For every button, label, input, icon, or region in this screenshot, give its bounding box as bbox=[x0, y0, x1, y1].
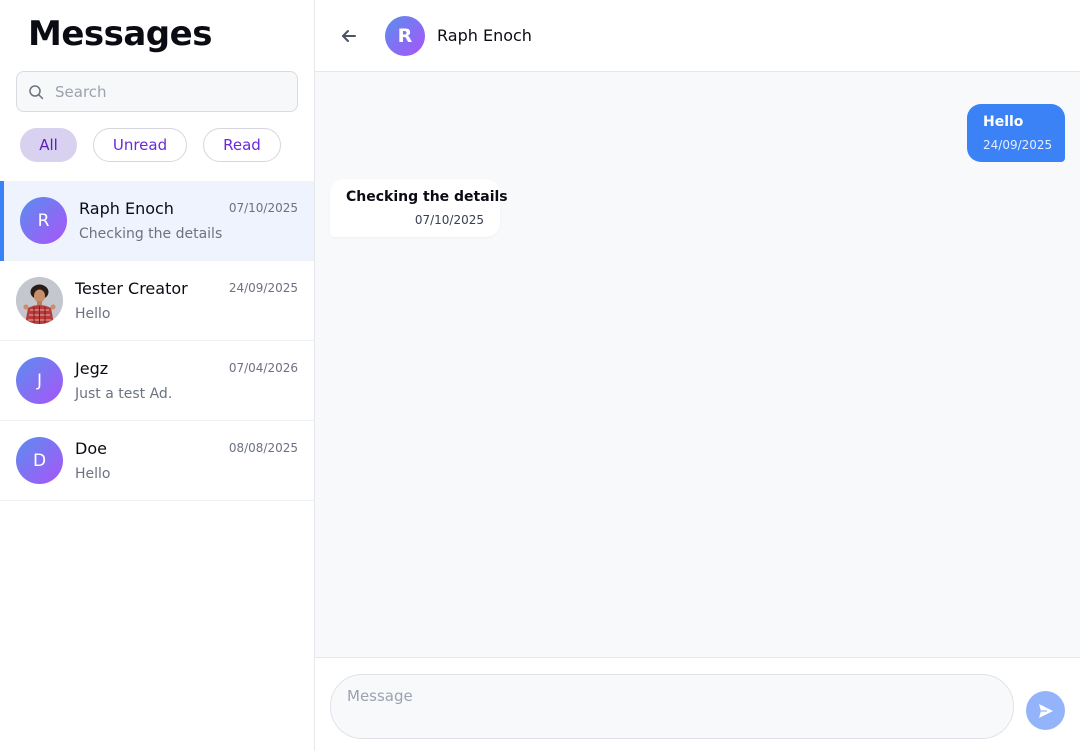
filter-read-button[interactable]: Read bbox=[203, 128, 281, 162]
conversation-name: Tester Creator bbox=[75, 279, 188, 298]
filter-all-button[interactable]: All bbox=[20, 128, 77, 162]
filter-chips: All Unread Read bbox=[20, 128, 281, 162]
back-button[interactable] bbox=[337, 24, 361, 48]
conversation-date: 24/09/2025 bbox=[228, 281, 298, 295]
search-icon bbox=[29, 85, 44, 100]
avatar-photo bbox=[16, 277, 63, 324]
message-text: Hello bbox=[983, 114, 1024, 130]
conversation-preview: Just a test Ad. bbox=[75, 386, 173, 402]
message-input[interactable] bbox=[330, 674, 1014, 739]
conversation-item-doe[interactable]: D Doe 08/08/2025 Hello bbox=[0, 421, 314, 501]
conversation-name: Doe bbox=[75, 439, 107, 458]
chat-header: R Raph Enoch bbox=[315, 0, 1080, 72]
message-text: Checking the details bbox=[346, 189, 508, 205]
search-box bbox=[16, 71, 298, 112]
conversation-date: 07/04/2026 bbox=[228, 361, 298, 375]
send-icon bbox=[1038, 703, 1053, 718]
conversation-sidebar: Messages All Unread Read R Raph Enoch 07… bbox=[0, 0, 315, 751]
conversation-preview: Hello bbox=[75, 306, 111, 322]
conversation-preview: Checking the details bbox=[79, 226, 223, 242]
message-timestamp: 24/09/2025 bbox=[983, 138, 1053, 152]
conversation-name: Jegz bbox=[75, 359, 109, 378]
conversation-preview: Hello bbox=[75, 466, 111, 482]
conversation-item-tester-creator[interactable]: Tester Creator 24/09/2025 Hello bbox=[0, 261, 314, 341]
conversation-date: 08/08/2025 bbox=[228, 441, 298, 455]
chat-contact-name: Raph Enoch bbox=[437, 26, 532, 45]
conversation-name: Raph Enoch bbox=[79, 199, 174, 218]
message-bubble-incoming: Checking the details 07/10/2025 bbox=[330, 179, 508, 237]
conversation-item-jegz[interactable]: J Jegz 07/04/2026 Just a test Ad. bbox=[0, 341, 314, 421]
chat-panel: R Raph Enoch Hello 24/09/2025 Checking t… bbox=[315, 0, 1080, 751]
arrow-left-icon bbox=[342, 30, 356, 42]
message-bubble-outgoing: Hello 24/09/2025 bbox=[967, 104, 1065, 162]
conversation-list: R Raph Enoch 07/10/2025 Checking the det… bbox=[0, 181, 314, 501]
conversation-date: 07/10/2025 bbox=[228, 201, 298, 215]
avatar: D bbox=[16, 437, 63, 484]
avatar: R bbox=[20, 197, 67, 244]
search-input[interactable] bbox=[55, 72, 291, 111]
avatar: J bbox=[16, 357, 63, 404]
conversation-item-raph-enoch[interactable]: R Raph Enoch 07/10/2025 Checking the det… bbox=[0, 181, 314, 261]
send-button[interactable] bbox=[1026, 691, 1065, 730]
person-photo-icon bbox=[16, 277, 63, 324]
page-title: Messages bbox=[28, 14, 212, 54]
filter-unread-button[interactable]: Unread bbox=[93, 128, 187, 162]
message-timestamp: 07/10/2025 bbox=[414, 213, 484, 227]
avatar: R bbox=[385, 16, 425, 56]
message-composer bbox=[315, 657, 1080, 751]
